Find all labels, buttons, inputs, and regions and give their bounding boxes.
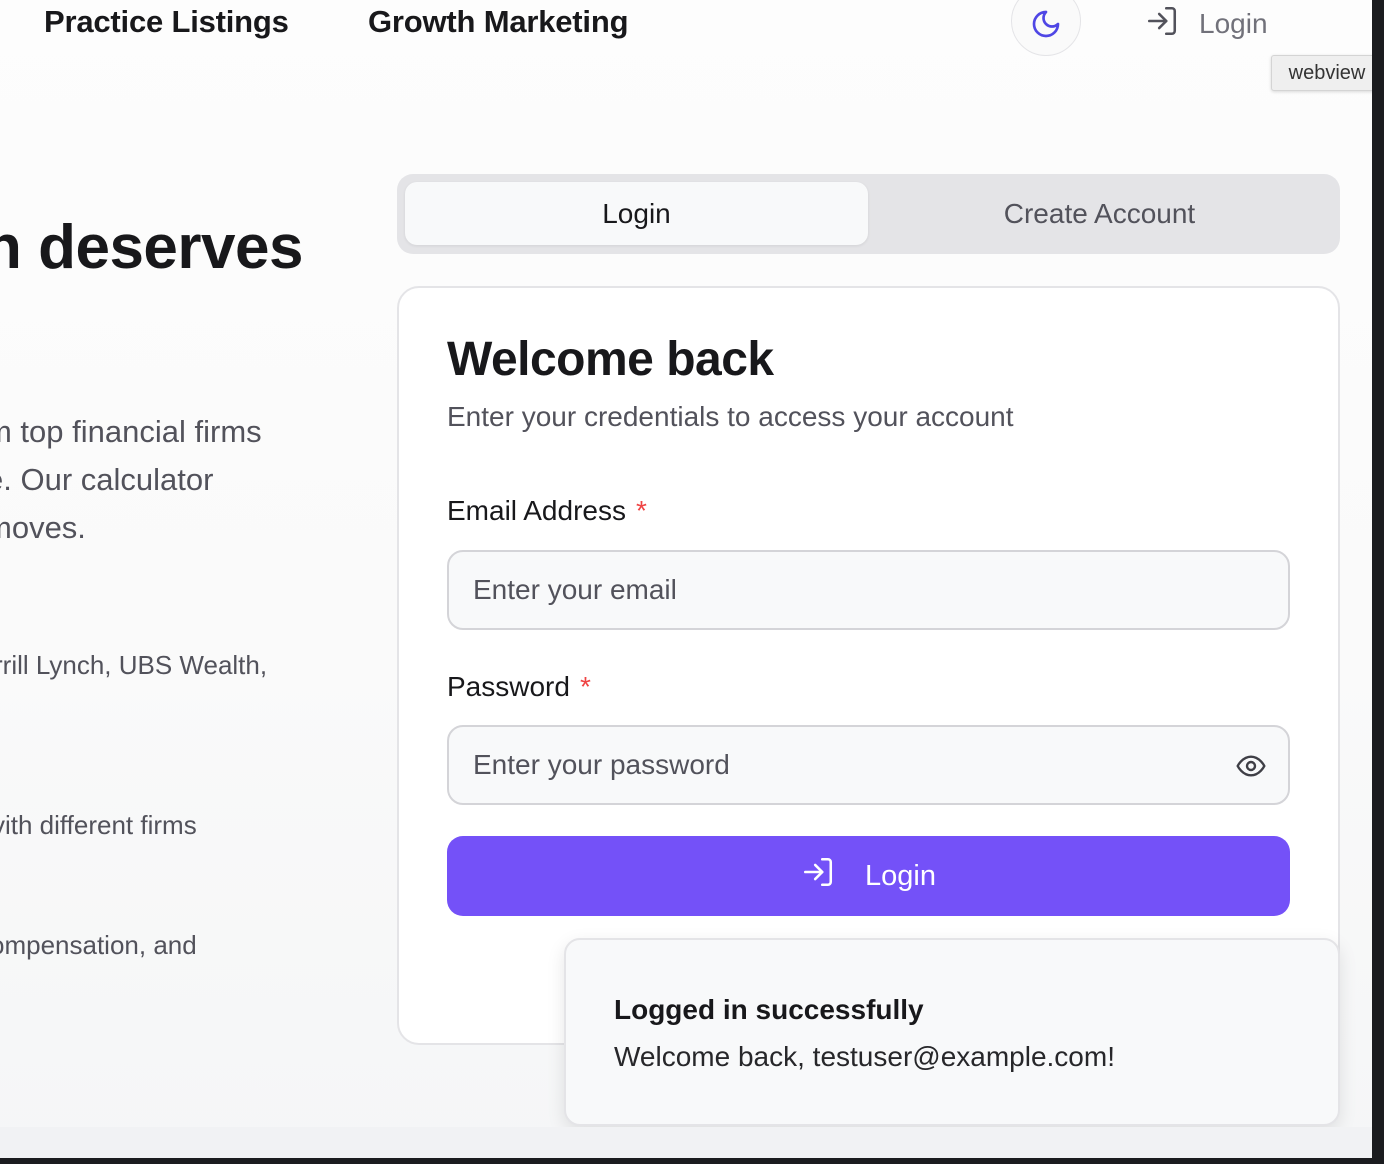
email-label-text: Email Address (447, 495, 626, 526)
auth-tabs: Login Create Account (397, 174, 1340, 254)
email-field[interactable] (447, 550, 1290, 630)
page: Practice Listings Growth Marketing Login… (0, 0, 1372, 1158)
card-title: Welcome back (447, 333, 774, 386)
webview-tooltip: webview (1271, 55, 1372, 91)
feature-bullet: vith different firms (0, 810, 197, 840)
hero-paragraph-line: e. Our calculator (0, 462, 214, 497)
login-arrow-icon (1145, 4, 1179, 43)
nav-link-growth-marketing[interactable]: Growth Marketing (368, 4, 629, 40)
moon-icon (1030, 8, 1062, 45)
required-mark: * (635, 495, 647, 526)
password-field[interactable] (447, 725, 1290, 805)
toast-title: Logged in successfully (614, 994, 924, 1025)
toast-message: Welcome back, testuser@example.com! (614, 1041, 1115, 1072)
required-mark: * (579, 671, 591, 702)
password-label: Password * (447, 671, 591, 703)
hero-paragraph: m top financial firms e. Our calculator … (0, 408, 262, 552)
nav-login-button[interactable]: Login (1145, 4, 1268, 43)
tab-login[interactable]: Login (405, 182, 868, 245)
theme-toggle-button[interactable] (1011, 0, 1081, 56)
login-card: Welcome back Enter your credentials to a… (397, 286, 1340, 1045)
hero-heading: n deserves (0, 213, 304, 282)
hero-paragraph-line: m top financial firms (0, 414, 262, 449)
eye-icon (1235, 750, 1267, 787)
tab-create-account[interactable]: Create Account (868, 182, 1331, 245)
hero-paragraph-line: moves. (0, 510, 86, 545)
feature-bullet: ompensation, and (0, 930, 197, 960)
login-submit-button[interactable]: Login (447, 836, 1290, 916)
login-arrow-icon (801, 855, 835, 897)
success-toast: Logged in successfully Welcome back, tes… (564, 938, 1340, 1126)
email-label: Email Address * (447, 495, 647, 527)
card-subtitle: Enter your credentials to access your ac… (447, 401, 1014, 432)
password-label-text: Password (447, 671, 570, 702)
nav-link-practice-listings[interactable]: Practice Listings (44, 4, 289, 40)
login-submit-label: Login (865, 859, 936, 892)
nav-login-label: Login (1199, 7, 1268, 39)
feature-bullet: rrill Lynch, UBS Wealth, (0, 650, 268, 680)
footer-strip (0, 1127, 1372, 1158)
show-password-button[interactable] (1231, 748, 1271, 788)
